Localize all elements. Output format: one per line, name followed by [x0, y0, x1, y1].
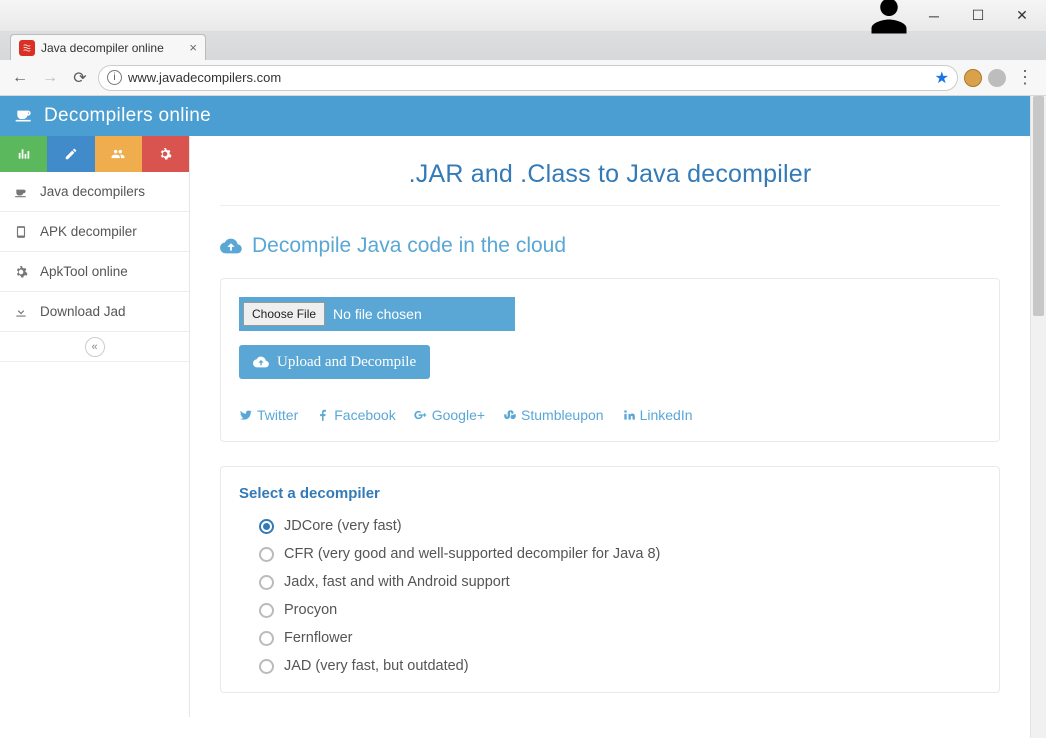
decompiler-radio-list: JDCore (very fast) CFR (very good and we…: [239, 518, 981, 674]
upload-button-label: Upload and Decompile: [277, 354, 416, 371]
gear-icon: [14, 265, 28, 279]
site-title: Decompilers online: [44, 105, 211, 127]
decompiler-option-jadx[interactable]: Jadx, fast and with Android support: [259, 574, 981, 590]
sidebar-item-label: ApkTool online: [40, 264, 128, 279]
sidebar-item-apktool-online[interactable]: ApkTool online: [0, 252, 189, 292]
site-header: Decompilers online: [0, 96, 1030, 136]
scrollbar-thumb[interactable]: [1033, 96, 1044, 316]
tab-close-button[interactable]: ×: [189, 40, 197, 55]
browser-menu-button[interactable]: ⋮: [1012, 67, 1038, 88]
sidebar-item-apk-decompiler[interactable]: APK decompiler: [0, 212, 189, 252]
decompiler-option-jad[interactable]: JAD (very fast, but outdated): [259, 658, 981, 674]
radio-icon: [259, 547, 274, 562]
radio-label: JAD (very fast, but outdated): [284, 658, 469, 674]
radio-label: JDCore (very fast): [284, 518, 402, 534]
page-title: .JAR and .Class to Java decompiler: [220, 154, 1000, 206]
chevron-left-icon: «: [85, 337, 105, 357]
share-facebook[interactable]: Facebook: [316, 407, 395, 423]
cloud-upload-icon: [220, 235, 242, 257]
linkedin-icon: [622, 408, 636, 422]
mobile-icon: [14, 225, 28, 239]
social-share-row: Twitter Facebook Google+ Stumbleupo: [239, 407, 981, 423]
sidebar-action-buttons: [0, 136, 189, 172]
sidebar-item-download-jad[interactable]: Download Jad: [0, 292, 189, 332]
sidebar: Java decompilers APK decompiler ApkTool …: [0, 136, 190, 717]
site-info-icon[interactable]: i: [107, 70, 122, 85]
googleplus-icon: [414, 408, 428, 422]
cloud-upload-icon: [253, 354, 269, 370]
cookie-extension-icon[interactable]: [964, 69, 982, 87]
bookmark-star-icon[interactable]: ★: [935, 68, 949, 88]
window-close-button[interactable]: ✕: [1000, 2, 1044, 30]
stumbleupon-icon: [503, 408, 517, 422]
page-viewport: Decompilers online Java decompilers APK …: [0, 96, 1030, 738]
decompiler-option-fernflower[interactable]: Fernflower: [259, 630, 981, 646]
vertical-scrollbar[interactable]: [1030, 96, 1046, 738]
radio-label: CFR (very good and well-supported decomp…: [284, 546, 660, 562]
upload-panel: Choose File No file chosen Upload and De…: [220, 278, 1000, 442]
user-account-icon[interactable]: [868, 2, 910, 30]
file-chosen-label: No file chosen: [333, 306, 422, 322]
reload-button[interactable]: ⟳: [68, 66, 92, 90]
profile-avatar-icon[interactable]: [988, 69, 1006, 87]
decompiler-select-panel: Select a decompiler JDCore (very fast) C…: [220, 466, 1000, 693]
radio-label: Fernflower: [284, 630, 353, 646]
window-maximize-button[interactable]: ☐: [956, 2, 1000, 30]
sidebar-button-users[interactable]: [95, 136, 142, 172]
radio-label: Procyon: [284, 602, 337, 618]
main-content: .JAR and .Class to Java decompiler Decom…: [190, 136, 1030, 717]
browser-tab[interactable]: Java decompiler online ×: [10, 34, 206, 60]
window-minimize-button[interactable]: ─: [912, 2, 956, 30]
share-linkedin[interactable]: LinkedIn: [622, 407, 693, 423]
decompiler-option-procyon[interactable]: Procyon: [259, 602, 981, 618]
tab-title: Java decompiler online: [41, 41, 183, 55]
sidebar-button-stats[interactable]: [0, 136, 47, 172]
select-decompiler-heading: Select a decompiler: [239, 485, 981, 502]
sidebar-collapse-button[interactable]: «: [0, 332, 189, 362]
coffee-cup-icon: [14, 104, 34, 129]
upload-decompile-button[interactable]: Upload and Decompile: [239, 345, 430, 379]
sidebar-item-java-decompilers[interactable]: Java decompilers: [0, 172, 189, 212]
download-icon: [14, 305, 28, 319]
sidebar-button-edit[interactable]: [47, 136, 94, 172]
radio-icon: [259, 603, 274, 618]
facebook-icon: [316, 408, 330, 422]
sidebar-item-label: Java decompilers: [40, 184, 145, 199]
sidebar-item-label: APK decompiler: [40, 224, 137, 239]
address-bar[interactable]: i www.javadecompilers.com ★: [98, 65, 958, 91]
sidebar-item-label: Download Jad: [40, 304, 126, 319]
share-twitter[interactable]: Twitter: [239, 407, 298, 423]
radio-icon: [259, 575, 274, 590]
share-stumbleupon[interactable]: Stumbleupon: [503, 407, 604, 423]
sub-heading: Decompile Java code in the cloud: [220, 234, 1000, 258]
back-button[interactable]: ←: [8, 66, 32, 90]
browser-toolbar: ← → ⟳ i www.javadecompilers.com ★ ⋮: [0, 60, 1046, 96]
sub-heading-text: Decompile Java code in the cloud: [252, 234, 566, 258]
radio-icon: [259, 631, 274, 646]
radio-icon: [259, 519, 274, 534]
twitter-icon: [239, 408, 253, 422]
choose-file-button[interactable]: Choose File: [243, 302, 325, 326]
window-titlebar: ─ ☐ ✕: [0, 0, 1046, 32]
url-text: www.javadecompilers.com: [128, 70, 929, 85]
forward-button[interactable]: →: [38, 66, 62, 90]
tab-favicon: [19, 40, 35, 56]
decompiler-option-cfr[interactable]: CFR (very good and well-supported decomp…: [259, 546, 981, 562]
decompiler-option-jdcore[interactable]: JDCore (very fast): [259, 518, 981, 534]
coffee-cup-icon: [14, 185, 28, 199]
sidebar-button-settings[interactable]: [142, 136, 189, 172]
share-googleplus[interactable]: Google+: [414, 407, 485, 423]
radio-label: Jadx, fast and with Android support: [284, 574, 510, 590]
radio-icon: [259, 659, 274, 674]
file-input-bar[interactable]: Choose File No file chosen: [239, 297, 515, 331]
